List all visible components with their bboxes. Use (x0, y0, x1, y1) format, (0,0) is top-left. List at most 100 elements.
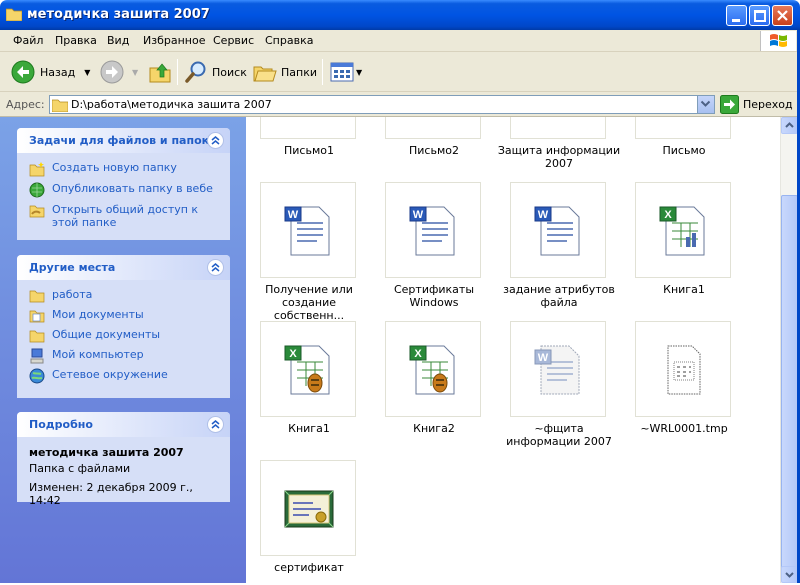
folder-icon (6, 8, 22, 21)
forward-button[interactable]: ▼ (100, 58, 138, 86)
file-label[interactable]: Книга1 (621, 283, 747, 296)
minimize-button[interactable] (726, 5, 747, 26)
collapse-button[interactable] (207, 132, 224, 149)
file-label[interactable]: ~фщита информации 2007 (496, 422, 622, 448)
close-icon (777, 10, 788, 21)
menu-bar: Файл Правка Вид Избранное Сервис Справка (0, 30, 800, 52)
back-button[interactable]: Назад ▼ (11, 58, 90, 86)
task-label: Опубликовать папку в вебе (52, 182, 213, 195)
maximize-button[interactable] (749, 5, 770, 26)
svg-text:W: W (288, 209, 299, 221)
toolbar: Назад ▼ ▼ Поиск Папки ▼ (0, 52, 800, 92)
file-label[interactable]: Получение или создание собственн... (246, 283, 372, 322)
file-thumbnail[interactable] (635, 117, 731, 139)
file-thumbnail[interactable]: X (260, 321, 356, 417)
file-thumbnail[interactable]: X (635, 182, 731, 278)
details-panel: Подробно методичка зашита 2007 Папка с ф… (17, 412, 230, 507)
svg-text:X: X (289, 348, 297, 360)
details-type: Папка с файлами (29, 462, 131, 475)
menu-help[interactable]: Справка (265, 34, 313, 47)
share-folder-icon (29, 205, 45, 218)
file-thumbnail[interactable] (260, 460, 356, 556)
file-label[interactable]: Книга2 (371, 422, 497, 435)
file-thumbnail[interactable]: W (260, 182, 356, 278)
vertical-scrollbar[interactable] (780, 117, 798, 583)
file-thumbnail[interactable]: W (510, 182, 606, 278)
file-label[interactable]: Защита информации 2007 (496, 144, 622, 170)
place-label: работа (52, 288, 93, 301)
new-folder-icon (29, 162, 45, 177)
scroll-thumb[interactable] (781, 195, 798, 575)
menu-tools[interactable]: Сервис (213, 34, 254, 47)
tmp-file-icon (667, 345, 701, 395)
task-new-folder[interactable]: Создать новую папку (29, 161, 220, 177)
place-network[interactable]: Сетевое окружение (29, 368, 220, 384)
panel-title: Другие места (29, 261, 116, 274)
file-label[interactable]: Сертификаты Windows (371, 283, 497, 309)
go-button[interactable]: Переход (720, 95, 793, 114)
details-name: методичка зашита 2007 (29, 446, 184, 459)
file-thumbnail[interactable] (385, 117, 481, 139)
file-label[interactable]: Книга1 (246, 422, 372, 435)
other-places-header[interactable]: Другие места (17, 255, 230, 280)
scroll-down-button[interactable] (781, 566, 798, 583)
chevron-down-icon (785, 572, 794, 578)
scroll-up-button[interactable] (781, 117, 798, 134)
file-thumbnail[interactable]: W (385, 182, 481, 278)
collapse-button[interactable] (207, 416, 224, 433)
file-thumbnail[interactable] (635, 321, 731, 417)
file-thumbnail[interactable]: X (385, 321, 481, 417)
chevron-up-icon (211, 263, 220, 272)
address-input[interactable]: D:\работа\методичка зашита 2007 (49, 95, 715, 114)
maximize-icon (754, 10, 766, 22)
task-share-folder[interactable]: Открыть общий доступ к этой папке (29, 203, 220, 229)
file-tasks-header[interactable]: Задачи для файлов и папок (17, 128, 230, 153)
shared-documents-icon (29, 330, 45, 343)
file-label[interactable]: ~WRL0001.tmp (621, 422, 747, 435)
excel-template-icon: X (284, 345, 330, 395)
file-label[interactable]: задание атрибутов файла (496, 283, 622, 309)
file-label[interactable]: Письмо1 (246, 144, 372, 157)
svg-text:W: W (413, 209, 424, 221)
folders-button[interactable]: Папки (253, 58, 317, 86)
file-thumbnail[interactable]: W (510, 321, 606, 417)
search-button[interactable]: Поиск (184, 58, 247, 86)
close-button[interactable] (772, 5, 793, 26)
place-my-computer[interactable]: Мой компьютер (29, 348, 220, 364)
place-my-documents[interactable]: Мои документы (29, 308, 220, 324)
window-title: методичка зашита 2007 (27, 7, 210, 22)
details-header[interactable]: Подробно (17, 412, 230, 437)
views-button[interactable]: ▼ (330, 58, 362, 86)
windows-flag-icon (770, 34, 787, 47)
back-label: Назад (40, 65, 76, 79)
go-arrow-icon (720, 95, 739, 114)
task-label: Создать новую папку (52, 161, 177, 174)
chevron-up-icon (211, 420, 220, 429)
menu-file[interactable]: Файл (13, 34, 43, 47)
other-places-panel: Другие места работа Мои документы Общие … (17, 255, 230, 398)
menu-favorites[interactable]: Избранное (143, 34, 205, 47)
menu-view[interactable]: Вид (107, 34, 129, 47)
file-view: Письмо1 Письмо2 Защита информации 2007 П… (246, 117, 780, 583)
place-label: Сетевое окружение (52, 368, 168, 381)
menu-edit[interactable]: Правка (55, 34, 97, 47)
place-label: Мой компьютер (52, 348, 144, 361)
place-work[interactable]: работа (29, 288, 220, 304)
svg-text:W: W (538, 209, 549, 221)
place-label: Мои документы (52, 308, 144, 321)
up-folder-button[interactable] (148, 58, 172, 86)
file-thumbnail[interactable] (510, 117, 606, 139)
chevron-down-icon[interactable]: ▼ (132, 68, 138, 77)
task-publish-web[interactable]: Опубликовать папку в вебе (29, 182, 220, 198)
file-thumbnail[interactable] (260, 117, 356, 139)
file-label[interactable]: сертификат (246, 561, 372, 574)
address-dropdown-button[interactable] (697, 96, 714, 113)
folder-up-icon (149, 63, 171, 83)
file-label[interactable]: Письмо (621, 144, 747, 157)
file-label[interactable]: Письмо2 (371, 144, 497, 157)
place-shared-documents[interactable]: Общие документы (29, 328, 220, 344)
chevron-down-icon[interactable]: ▼ (84, 68, 90, 77)
collapse-button[interactable] (207, 259, 224, 276)
place-label: Общие документы (52, 328, 161, 341)
title-bar[interactable]: методичка зашита 2007 (0, 0, 800, 30)
